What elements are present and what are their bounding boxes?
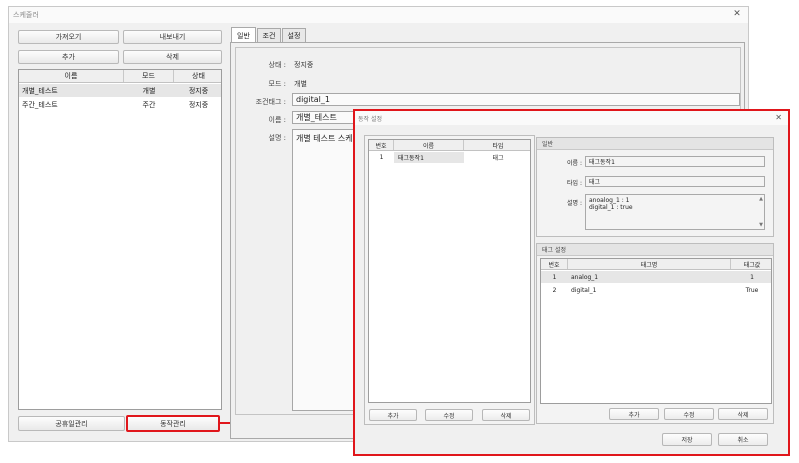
row-name: 주간_테스트 [22, 100, 58, 109]
column-header-mode[interactable]: 모드 [124, 70, 174, 82]
action-name-label: 이름 : [567, 160, 582, 167]
row-type: 태그 [492, 155, 504, 162]
desc-line-1: anoalog_1 : 1 [589, 197, 630, 204]
edit-action-button[interactable]: 수정 [425, 409, 473, 421]
action-list: 번호 이름 타입 1 태그동작1 태그 [368, 139, 531, 403]
row-mode: 주간 [142, 100, 156, 109]
row-value: True [745, 286, 759, 294]
table-row[interactable]: 2 digital_1 True [541, 284, 771, 296]
general-group: 일반 이름 : 태그동작1 타입 : 태그 설명 : anoalog_1 : 1… [536, 137, 774, 237]
column-header-status[interactable]: 상태 [174, 70, 223, 82]
desc-line-2: digital_1 : true [589, 204, 633, 211]
action-desc-field[interactable]: anoalog_1 : 1 digital_1 : true ▲ ▼ [585, 194, 765, 230]
description-label: 설명 : [268, 134, 286, 142]
import-button[interactable]: 가져오기 [18, 30, 119, 44]
row-mode: 개별 [142, 86, 156, 95]
column-header-tag[interactable]: 태그명 [568, 259, 731, 269]
title-bar: 스케줄러 ✕ [9, 7, 748, 23]
action-list-header: 번호 이름 타입 [369, 140, 530, 151]
save-button[interactable]: 저장 [662, 433, 712, 446]
export-button[interactable]: 내보내기 [123, 30, 222, 44]
action-name-field[interactable]: 태그동작1 [585, 156, 765, 167]
action-type-field[interactable]: 태그 [585, 176, 765, 187]
column-header-name[interactable]: 이름 [394, 140, 464, 150]
add-schedule-button[interactable]: 추가 [18, 50, 119, 64]
status-value: 정지중 [294, 61, 314, 69]
row-tag: analog_1 [571, 273, 599, 281]
row-status: 정지중 [188, 86, 209, 95]
scroll-down-icon[interactable]: ▼ [759, 222, 763, 228]
condition-tag-field[interactable]: digital_1 [292, 93, 740, 106]
scroll-up-icon[interactable]: ▲ [759, 196, 763, 202]
table-row[interactable]: 개별_테스트 개별 정지중 [19, 84, 221, 97]
table-row[interactable]: 1 태그동작1 태그 [369, 152, 530, 163]
tab-settings[interactable]: 설정 [282, 28, 306, 43]
row-no: 1 [552, 273, 557, 281]
dialog-close-icon[interactable]: ✕ [775, 113, 782, 122]
holiday-manage-button[interactable]: 공휴일관리 [18, 416, 125, 431]
delete-tag-button[interactable]: 삭제 [718, 408, 768, 420]
action-desc-label: 설명 : [567, 200, 582, 207]
add-action-button[interactable]: 추가 [369, 409, 417, 421]
edit-tag-button[interactable]: 수정 [664, 408, 714, 420]
tag-list: 번호 태그명 태그값 1 analog_1 1 2 digital_1 True [540, 258, 772, 404]
condition-tag-label: 조건태그 : [255, 98, 286, 106]
tag-settings-title: 태그 설정 [537, 244, 773, 256]
tag-list-header: 번호 태그명 태그값 [541, 259, 771, 270]
row-name: 태그동작1 [394, 152, 464, 163]
mode-value: 개별 [294, 80, 307, 88]
delete-action-button[interactable]: 삭제 [482, 409, 530, 421]
tab-condition[interactable]: 조건 [257, 28, 281, 43]
tag-settings-group: 태그 설정 번호 태그명 태그값 1 analog_1 1 2 digital_… [536, 243, 774, 424]
tab-general[interactable]: 일반 [231, 27, 256, 43]
row-tag: digital_1 [571, 286, 597, 294]
column-header-type[interactable]: 타입 [464, 140, 532, 150]
row-name: 개별_테스트 [22, 86, 58, 95]
column-header-value[interactable]: 태그값 [731, 259, 773, 269]
row-no: 1 [379, 154, 384, 161]
row-no: 2 [552, 286, 557, 294]
table-row[interactable]: 주간_테스트 주간 정지중 [19, 98, 221, 111]
column-header-no[interactable]: 번호 [369, 140, 394, 150]
action-manage-button[interactable]: 동작관리 [126, 415, 220, 432]
action-settings-dialog: 동작 설정 ✕ 번호 이름 타입 1 태그동작1 태그 추가 수정 삭제 일반 … [353, 109, 790, 456]
row-value: 1 [750, 273, 754, 281]
mode-label: 모드 : [268, 80, 286, 88]
column-header-name[interactable]: 이름 [19, 70, 124, 82]
add-tag-button[interactable]: 추가 [609, 408, 659, 420]
cancel-button[interactable]: 취소 [718, 433, 768, 446]
delete-schedule-button[interactable]: 삭제 [123, 50, 222, 64]
dialog-title: 동작 설정 [358, 116, 382, 123]
table-row[interactable]: 1 analog_1 1 [541, 271, 771, 283]
schedule-list: 이름 모드 상태 개별_테스트 개별 정지중 주간_테스트 주간 정지중 [18, 69, 222, 410]
action-list-panel: 번호 이름 타입 1 태그동작1 태그 추가 수정 삭제 [364, 135, 535, 425]
action-type-label: 타입 : [567, 180, 582, 187]
dialog-title-bar: 동작 설정 ✕ [355, 111, 788, 125]
status-label: 상태 : [268, 61, 286, 69]
general-group-title: 일반 [537, 138, 773, 150]
close-icon[interactable]: ✕ [732, 9, 742, 19]
schedule-list-header: 이름 모드 상태 [19, 70, 221, 83]
row-status: 정지중 [188, 100, 209, 109]
window-title: 스케줄러 [13, 11, 39, 19]
name-label: 이름 : [268, 116, 286, 124]
column-header-no[interactable]: 번호 [541, 259, 568, 269]
